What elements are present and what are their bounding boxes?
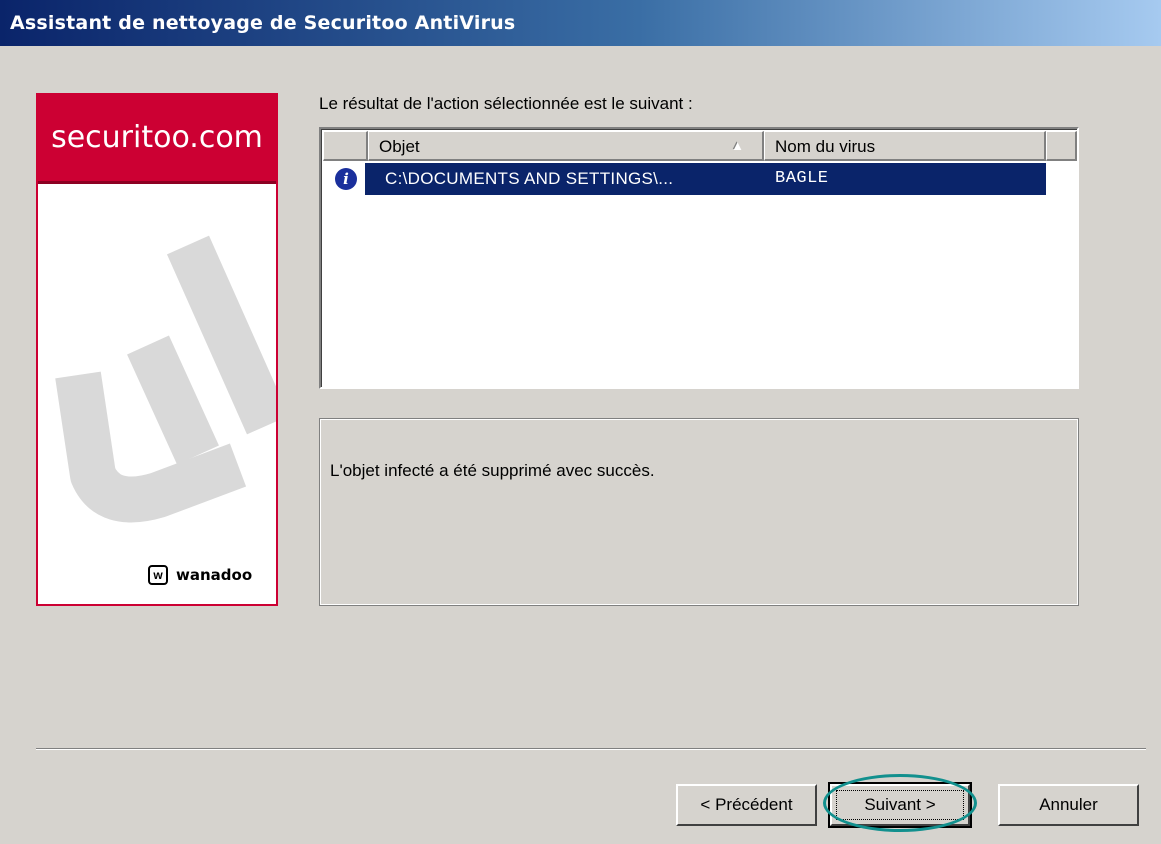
title-bar: Assistant de nettoyage de Securitoo Anti… — [0, 0, 1161, 46]
wanadoo-mark-icon: w — [148, 565, 168, 585]
column-header-object-label: Objet — [379, 137, 420, 156]
back-button-label: < Précédent — [700, 795, 793, 814]
sort-ascending-icon: ▲ — [731, 138, 744, 153]
selected-row-highlight[interactable]: C:\DOCUMENTS AND SETTINGS\... BAGLE — [365, 163, 1046, 195]
next-button[interactable]: Suivant > — [828, 782, 972, 828]
column-header-icon[interactable] — [323, 131, 368, 161]
footer-separator — [36, 748, 1146, 750]
row-virus: BAGLE — [775, 169, 829, 188]
column-header-filler — [1046, 131, 1077, 161]
table-row[interactable]: i C:\DOCUMENTS AND SETTINGS\... BAGLE — [323, 163, 1046, 195]
back-button[interactable]: < Précédent — [676, 784, 817, 826]
list-header: Objet ▲ Nom du virus — [323, 131, 1077, 161]
cancel-button[interactable]: Annuler — [998, 784, 1139, 826]
row-object: C:\DOCUMENTS AND SETTINGS\... — [385, 169, 674, 188]
result-label: Le résultat de l'action sélectionnée est… — [319, 94, 693, 113]
cancel-button-label: Annuler — [1039, 795, 1098, 814]
wanadoo-logo: w wanadoo — [148, 565, 252, 585]
column-header-virus-label: Nom du virus — [775, 137, 876, 156]
result-list[interactable]: Objet ▲ Nom du virus i C:\DOCUMENTS AND … — [319, 127, 1079, 389]
status-message-box: L'objet infecté a été supprimé avec succ… — [319, 418, 1079, 606]
brand-site: securitoo.com — [51, 120, 263, 155]
column-header-object[interactable]: Objet ▲ — [368, 131, 764, 161]
info-icon: i — [335, 168, 357, 190]
brand-header: securitoo.com — [38, 95, 276, 184]
status-message: L'objet infecté a été supprimé avec succ… — [330, 461, 655, 480]
wanadoo-watermark-icon — [55, 235, 276, 523]
window-title: Assistant de nettoyage de Securitoo Anti… — [10, 12, 516, 34]
column-header-virus[interactable]: Nom du virus — [764, 131, 1046, 161]
focus-rectangle — [836, 790, 964, 820]
wanadoo-name: wanadoo — [176, 566, 253, 584]
brand-panel: securitoo.com w wanadoo — [36, 93, 278, 606]
